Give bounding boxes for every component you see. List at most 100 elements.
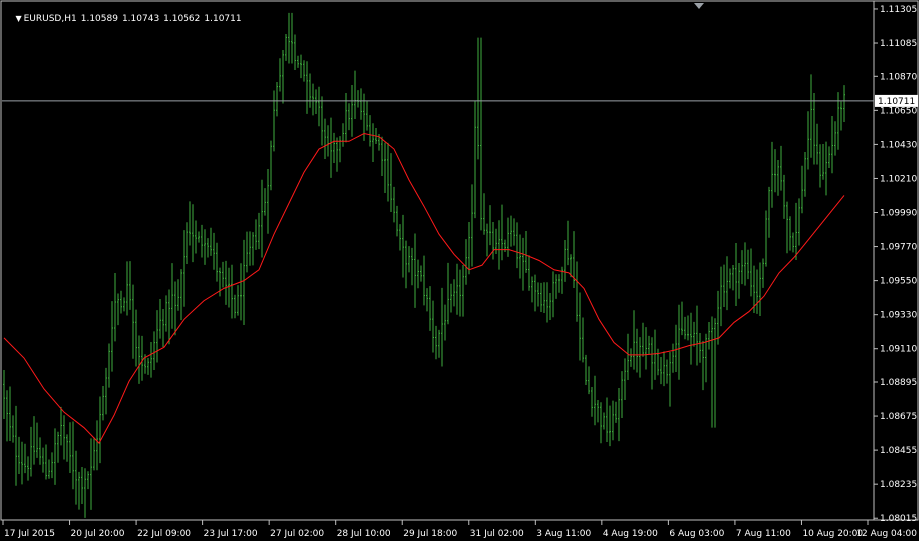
ohlc-bar: [153, 331, 155, 371]
ohlc-bar: [327, 125, 329, 157]
ohlc-bar: [618, 388, 620, 442]
ohlc-bar: [132, 284, 134, 359]
ohlc-bar: [606, 397, 608, 442]
ohlc-bar: [270, 140, 272, 191]
y-tick-label: 1.10210: [880, 174, 917, 184]
ohlc-bar: [72, 421, 74, 490]
menu-triangle-icon[interactable]: ▼: [15, 14, 21, 23]
ohlc-bar: [177, 279, 179, 311]
ohlc-bar: [516, 222, 518, 269]
ohlc-bar: [282, 49, 284, 104]
y-tick-label: 1.10430: [880, 140, 917, 150]
ohlc-bar: [474, 100, 476, 219]
ohlc-bar: [111, 301, 113, 372]
ohlc-bar: [681, 301, 683, 336]
ohlc-bar: [687, 315, 689, 341]
ohlc-bar: [114, 273, 116, 342]
ohlc-bar: [633, 310, 635, 370]
ohlc-bar: [663, 351, 665, 387]
ohlc-bar: [279, 58, 281, 92]
ohlc-bar: [504, 239, 506, 253]
ohlc-bar: [690, 312, 692, 365]
ohlc-bar: [627, 333, 629, 380]
ohlc-bar: [360, 88, 362, 120]
ohlc-bar: [813, 92, 815, 165]
ohlc-bar: [621, 371, 623, 418]
ohlc-bar: [735, 242, 737, 307]
ohlc-bar: [456, 263, 458, 315]
ohlc-bar: [537, 282, 539, 307]
ohlc-bar: [510, 215, 512, 247]
ohlc-bar: [480, 37, 482, 231]
ohlc-bar: [246, 231, 248, 273]
y-tick-label: 1.08675: [880, 412, 917, 422]
ohlc-bar: [450, 283, 452, 313]
ohlc-bar: [276, 82, 278, 117]
ohlc-bar: [81, 467, 83, 504]
ohlc-bar: [588, 366, 590, 395]
x-tick-label: 31 Jul 02:00: [470, 529, 524, 539]
ohlc-bar: [738, 263, 740, 299]
chart-shift-marker-icon[interactable]: [694, 3, 704, 9]
ohlc-bar: [18, 436, 20, 475]
ohlc-bar: [6, 390, 8, 442]
y-tick-label: 1.08455: [880, 446, 917, 456]
ohlc-bar: [783, 174, 785, 219]
x-tick-label: 23 Jul 17:00: [204, 529, 258, 539]
ohlc-bar: [285, 34, 287, 61]
ohlc-bar: [165, 295, 167, 332]
ohlc-bar: [777, 160, 779, 196]
ohlc-bar: [255, 219, 257, 250]
ohlc-bar: [843, 85, 845, 123]
ohlc-bar: [198, 231, 200, 243]
ohlc-bar: [126, 261, 128, 316]
ohlc-bar: [150, 342, 152, 378]
ohlc-bar: [639, 337, 641, 378]
ohlc-bar: [42, 447, 44, 473]
ohlc-bar: [552, 271, 554, 318]
ohlc-bar: [744, 242, 746, 286]
x-tick-label: 22 Jul 09:00: [137, 529, 191, 539]
ohlc-bar: [705, 333, 707, 383]
ohlc-bar: [384, 142, 386, 194]
ohlc-bar: [249, 231, 251, 266]
ohlc-bar: [750, 248, 752, 297]
ohlc-bar: [300, 54, 302, 79]
ohlc-bar: [540, 282, 542, 312]
ohlc-bar: [258, 212, 260, 250]
ohlc-bar: [309, 73, 311, 108]
ohlc-bar: [789, 216, 791, 251]
ohlc-bar: [351, 84, 353, 137]
ohlc-bar: [252, 232, 254, 266]
ohlc-bar: [39, 437, 41, 465]
ohlc-bar: [501, 204, 503, 261]
ohlc-bar: [420, 265, 422, 282]
ohlc-bar: [774, 149, 776, 193]
ohlc-bar: [402, 214, 404, 278]
ohlc-bar: [495, 228, 497, 254]
low-price: 1.10562: [163, 14, 201, 24]
ohlc-bar: [390, 153, 392, 213]
ohlc-bar: [555, 274, 557, 299]
ohlc-bar: [702, 340, 704, 391]
ohlc-bar: [45, 444, 47, 480]
ohlc-bar: [567, 220, 569, 266]
ohlc-bar: [318, 86, 320, 127]
ohlc-bar: [141, 335, 143, 381]
ohlc-bar: [831, 115, 833, 174]
ohlc-bar: [168, 289, 170, 345]
ohlc-bar: [108, 343, 110, 388]
ohlc-bar: [348, 103, 350, 131]
ohlc-bar: [711, 316, 713, 428]
ohlc-bar: [630, 348, 632, 367]
ohlc-bar: [726, 256, 728, 311]
ohlc-bar: [693, 321, 695, 347]
ohlc-bar: [453, 279, 455, 307]
y-tick-label: 1.10870: [880, 72, 917, 82]
ohlc-bar: [396, 205, 398, 237]
ohlc-bar: [492, 221, 494, 260]
ohlc-bar: [531, 276, 533, 303]
ohlc-bar: [684, 316, 686, 340]
ohlc-bar: [708, 322, 710, 350]
ohlc-bar: [264, 188, 266, 216]
